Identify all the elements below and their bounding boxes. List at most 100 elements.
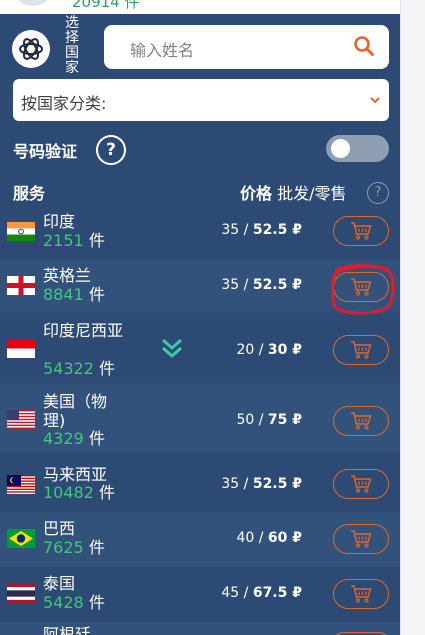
list-item-india[interactable]: 印度 2151 件 35 / 52.5 ₽	[0, 205, 400, 259]
cart-icon	[351, 278, 372, 296]
country-name: 泰国	[43, 574, 76, 593]
double-chevron-down-icon[interactable]	[160, 336, 184, 360]
cart-icon	[351, 341, 372, 359]
search-icon[interactable]	[353, 35, 375, 57]
available-count: 5428 件	[43, 593, 105, 612]
previous-logo	[14, 0, 52, 6]
choose-char: 家	[65, 60, 79, 76]
list-item-malaysia[interactable]: 马来西亚 10482 件 35 / 52.5 ₽	[0, 457, 400, 512]
count-unit: 件	[88, 538, 105, 557]
country-name: 印度	[43, 212, 76, 231]
buy-button[interactable]	[333, 469, 389, 499]
service-panel: 20914 件 选 择 国 家 输入姓名 按国家分类: 号码验证 ? 服务 价格…	[0, 0, 400, 635]
buy-button[interactable]	[333, 406, 389, 436]
count-number: 7625	[43, 538, 84, 557]
list-item-england[interactable]: 英格兰 8841 件 35 / 52.5 ₽	[0, 259, 400, 313]
country-name: 阿根廷	[43, 625, 92, 635]
openai-logo-icon[interactable]	[12, 30, 50, 68]
count-number: 2151	[43, 231, 84, 250]
available-count: 54322 件	[43, 359, 115, 378]
available-count: 4329 件	[43, 429, 105, 448]
count-unit: 件	[99, 483, 116, 502]
list-item-thailand[interactable]: 泰国 5428 件 45 / 67.5 ₽	[0, 567, 400, 622]
country-filter-label: 按国家分类:	[21, 94, 107, 113]
country-name: 印度尼西亚	[43, 321, 124, 340]
list-item-partial[interactable]: 阿根廷	[0, 622, 400, 635]
search-placeholder: 输入姓名	[130, 41, 195, 60]
search-input[interactable]: 输入姓名	[104, 25, 389, 69]
available-count: 8841 件	[43, 285, 105, 304]
retail-price: 30 ₽	[267, 342, 302, 358]
retail-price: 52.5 ₽	[252, 222, 302, 238]
choose-char: 择	[65, 30, 79, 46]
malaysia-flag-icon	[7, 475, 35, 494]
price: 35 / 52.5 ₽	[221, 222, 302, 238]
choose-char: 选	[65, 15, 79, 31]
price-separator: /	[239, 222, 253, 238]
price: 35 / 52.5 ₽	[221, 277, 302, 293]
choose-char: 国	[65, 45, 79, 61]
wholesale-price: 45	[221, 585, 240, 601]
list-item-indonesia[interactable]: 印度尼西亚 54322 件 20 / 30 ₽	[0, 313, 400, 383]
verification-toggle[interactable]	[326, 135, 389, 162]
price: 40 / 60 ₽	[236, 530, 302, 546]
wholesale-price: 40	[236, 530, 255, 546]
thailand-flag-icon	[7, 584, 35, 603]
country-name: 美国（物理)	[43, 392, 108, 430]
retail-price: 52.5 ₽	[252, 476, 302, 492]
price: 35 / 52.5 ₽	[221, 476, 302, 492]
list-item-brazil[interactable]: 巴西 7625 件 40 / 60 ₽	[0, 512, 400, 567]
count-number: 5428	[43, 593, 84, 612]
service-column-header: 服务	[13, 184, 46, 203]
wholesale-price: 35	[221, 277, 240, 293]
retail-price: 60 ₽	[267, 530, 302, 546]
page: 20914 件 选 择 国 家 输入姓名 按国家分类: 号码验证 ? 服务 价格…	[0, 0, 425, 635]
buy-button[interactable]	[333, 524, 389, 554]
count-unit: 件	[88, 231, 105, 250]
price-help-button[interactable]: ?	[367, 182, 389, 204]
count-unit: 件	[88, 593, 105, 612]
scrollbar-area[interactable]	[400, 0, 425, 635]
price-header-bold: 价格	[240, 184, 273, 203]
price-header-rest: 批发/零售	[272, 184, 347, 203]
wholesale-price: 35	[221, 476, 240, 492]
wholesale-price: 35	[221, 222, 240, 238]
verification-help-button[interactable]: ?	[96, 135, 126, 165]
usa-flag-icon	[7, 410, 35, 429]
count-number: 10482	[43, 483, 94, 502]
price-separator: /	[239, 585, 253, 601]
buy-button[interactable]	[333, 335, 389, 365]
country-filter-select[interactable]: 按国家分类:	[13, 79, 389, 121]
price: 50 / 75 ₽	[236, 412, 302, 428]
price-separator: /	[254, 530, 268, 546]
retail-price: 67.5 ₽	[252, 585, 302, 601]
available-count: 10482 件	[43, 483, 115, 502]
chevron-down-icon	[370, 97, 380, 104]
wholesale-price: 20	[236, 342, 255, 358]
buy-button[interactable]	[333, 579, 389, 609]
price-column-header: 价格 批发/零售	[240, 180, 347, 204]
available-count: 7625 件	[43, 538, 105, 557]
count-unit: 件	[88, 429, 105, 448]
country-name: 英格兰	[43, 266, 92, 285]
list-item-usa[interactable]: 美国（物理) 4329 件 50 / 75 ₽	[0, 383, 400, 453]
number-verification-label: 号码验证	[13, 142, 78, 161]
brazil-flag-icon	[7, 529, 35, 548]
available-count: 2151 件	[43, 231, 105, 250]
price-separator: /	[254, 412, 268, 428]
buy-button[interactable]	[333, 216, 389, 246]
england-flag-icon	[7, 276, 35, 295]
price-separator: /	[239, 277, 253, 293]
price-separator: /	[239, 476, 253, 492]
count-unit: 件	[99, 359, 116, 378]
retail-price: 52.5 ₽	[252, 277, 302, 293]
buy-button[interactable]	[333, 272, 389, 302]
count-number: 8841	[43, 285, 84, 304]
price: 20 / 30 ₽	[236, 342, 302, 358]
cart-icon	[351, 475, 372, 493]
india-flag-icon	[7, 222, 35, 241]
indonesia-flag-icon	[7, 339, 35, 358]
cart-icon	[351, 530, 372, 548]
price-separator: /	[254, 342, 268, 358]
previous-item-partial: 20914 件	[0, 0, 400, 14]
